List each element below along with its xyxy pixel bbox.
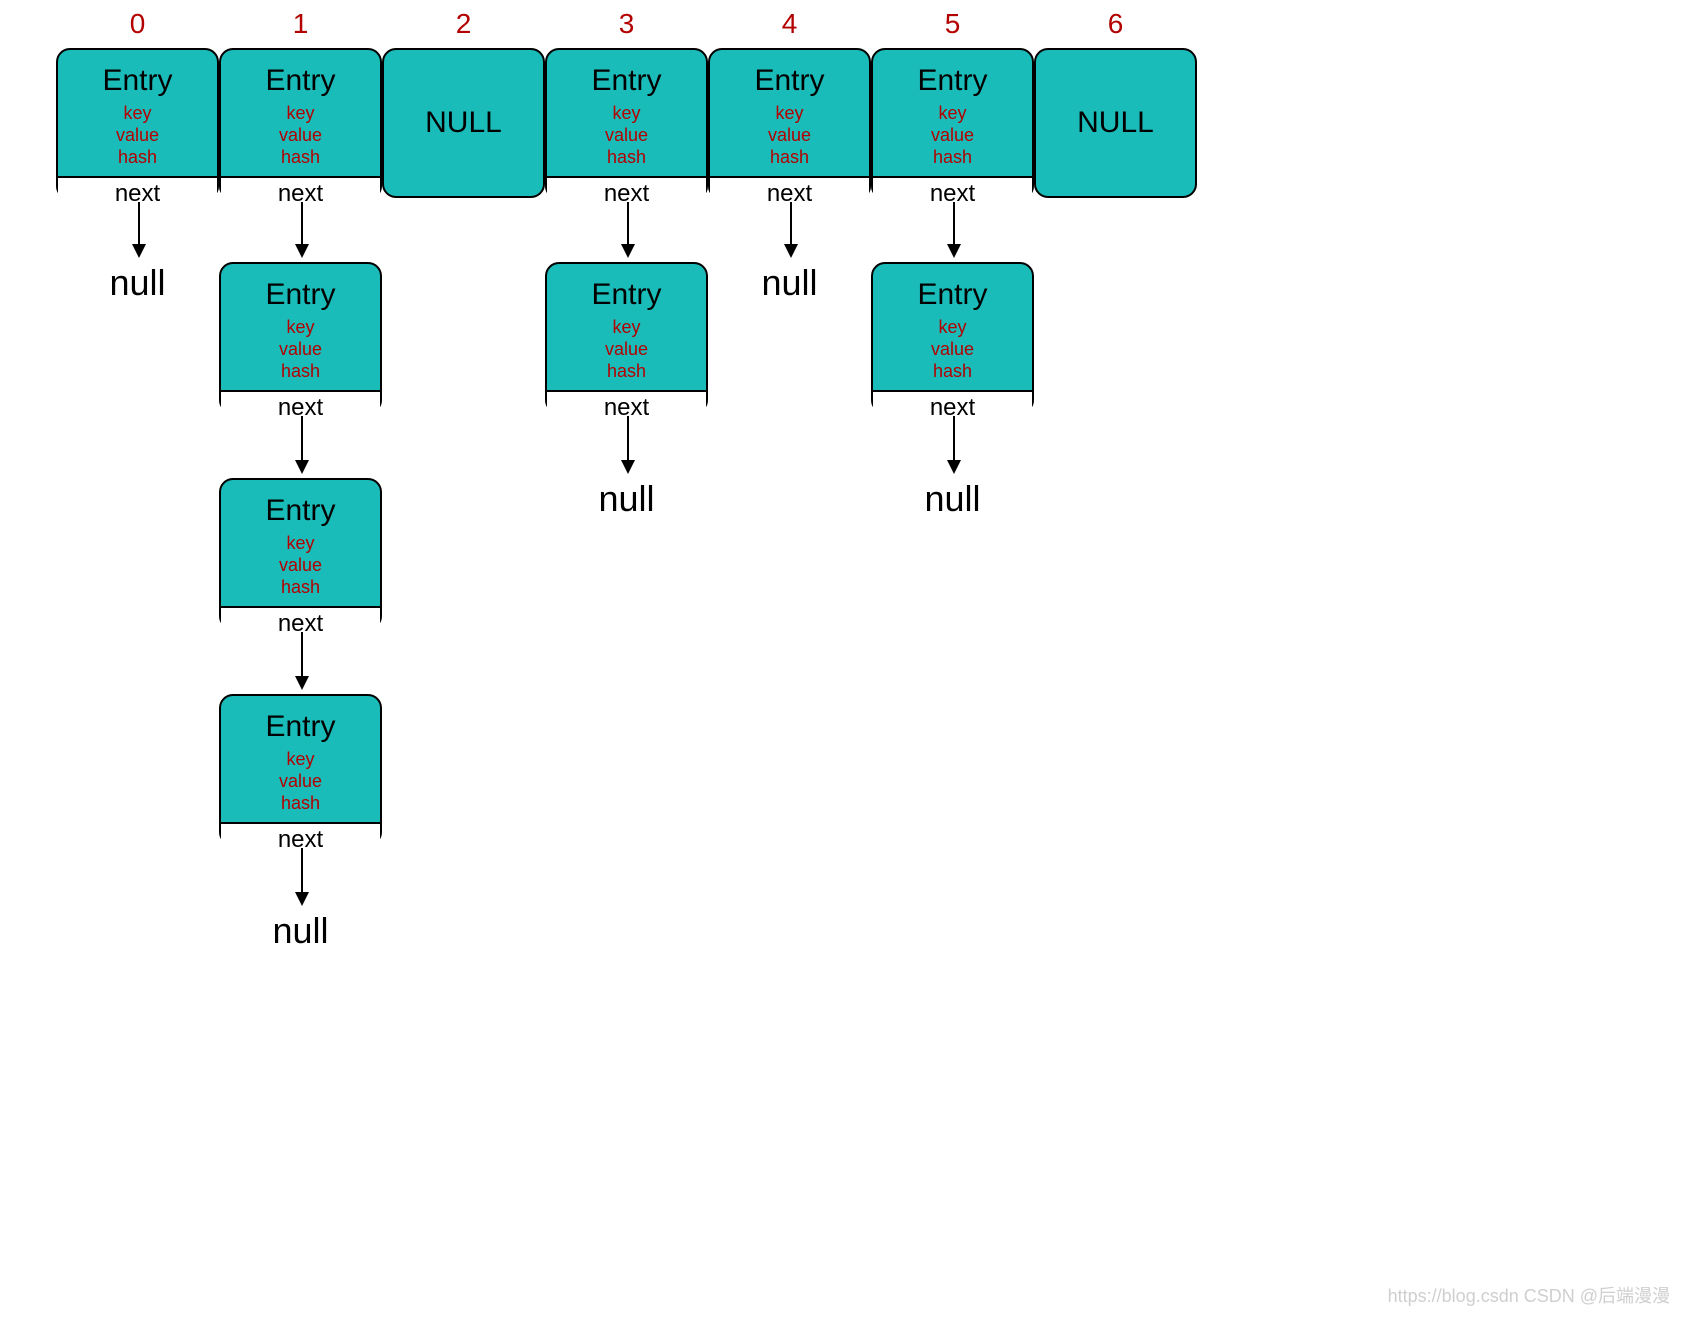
entry-fields: keyvaluehash [221, 98, 380, 176]
entry-fields: keyvaluehash [58, 98, 217, 176]
bucket-index: 2 [444, 8, 484, 40]
entry-fields: keyvaluehash [873, 98, 1032, 176]
null-text: NULL [425, 106, 502, 140]
entry-title: Entry [221, 50, 380, 98]
arrow-down [301, 202, 303, 256]
arrow-down [301, 416, 303, 472]
null-target: null [730, 262, 850, 304]
entry-title: Entry [873, 264, 1032, 312]
entry-title: Entry [547, 264, 706, 312]
bucket-index: 6 [1096, 8, 1136, 40]
entry-title: Entry [221, 480, 380, 528]
arrow-down [627, 416, 629, 472]
watermark: https://blog.csdn CSDN @后端漫漫 [1388, 1282, 1670, 1308]
entry-node: Entrykeyvaluehashnext [219, 694, 382, 846]
bucket-index: 4 [770, 8, 810, 40]
entry-fields: keyvaluehash [547, 98, 706, 176]
null-target: null [78, 262, 198, 304]
bucket-index: 1 [281, 8, 321, 40]
null-target: null [567, 478, 687, 520]
null-target: null [893, 478, 1013, 520]
arrow-down [138, 202, 140, 256]
entry-node: Entrykeyvaluehashnext [871, 262, 1034, 414]
entry-title: Entry [873, 50, 1032, 98]
entry-fields: keyvaluehash [873, 312, 1032, 390]
arrow-down [301, 848, 303, 904]
entry-node: Entrykeyvaluehashnext [708, 48, 871, 200]
entry-title: Entry [221, 264, 380, 312]
entry-node: Entrykeyvaluehashnext [219, 262, 382, 414]
entry-node: Entrykeyvaluehashnext [219, 478, 382, 630]
entry-title: Entry [58, 50, 217, 98]
entry-title: Entry [710, 50, 869, 98]
hashmap-diagram: 0123456EntrykeyvaluehashnextnullEntrykey… [0, 0, 1684, 1318]
entry-node: Entrykeyvaluehashnext [219, 48, 382, 200]
entry-fields: keyvaluehash [547, 312, 706, 390]
bucket-index: 5 [933, 8, 973, 40]
bucket-index: 0 [118, 8, 158, 40]
bucket-index: 3 [607, 8, 647, 40]
entry-node: Entrykeyvaluehashnext [871, 48, 1034, 200]
entry-title: Entry [547, 50, 706, 98]
arrow-down [953, 202, 955, 256]
arrow-down [301, 632, 303, 688]
null-target: null [241, 910, 361, 952]
entry-fields: keyvaluehash [221, 744, 380, 822]
arrow-down [627, 202, 629, 256]
entry-node: Entrykeyvaluehashnext [56, 48, 219, 200]
entry-title: Entry [221, 696, 380, 744]
entry-fields: keyvaluehash [221, 312, 380, 390]
arrow-down [953, 416, 955, 472]
entry-node: Entrykeyvaluehashnext [545, 48, 708, 200]
arrow-down [790, 202, 792, 256]
entry-fields: keyvaluehash [710, 98, 869, 176]
entry-node: Entrykeyvaluehashnext [545, 262, 708, 414]
entry-fields: keyvaluehash [221, 528, 380, 606]
null-bucket: NULL [382, 48, 545, 198]
null-bucket: NULL [1034, 48, 1197, 198]
null-text: NULL [1077, 106, 1154, 140]
